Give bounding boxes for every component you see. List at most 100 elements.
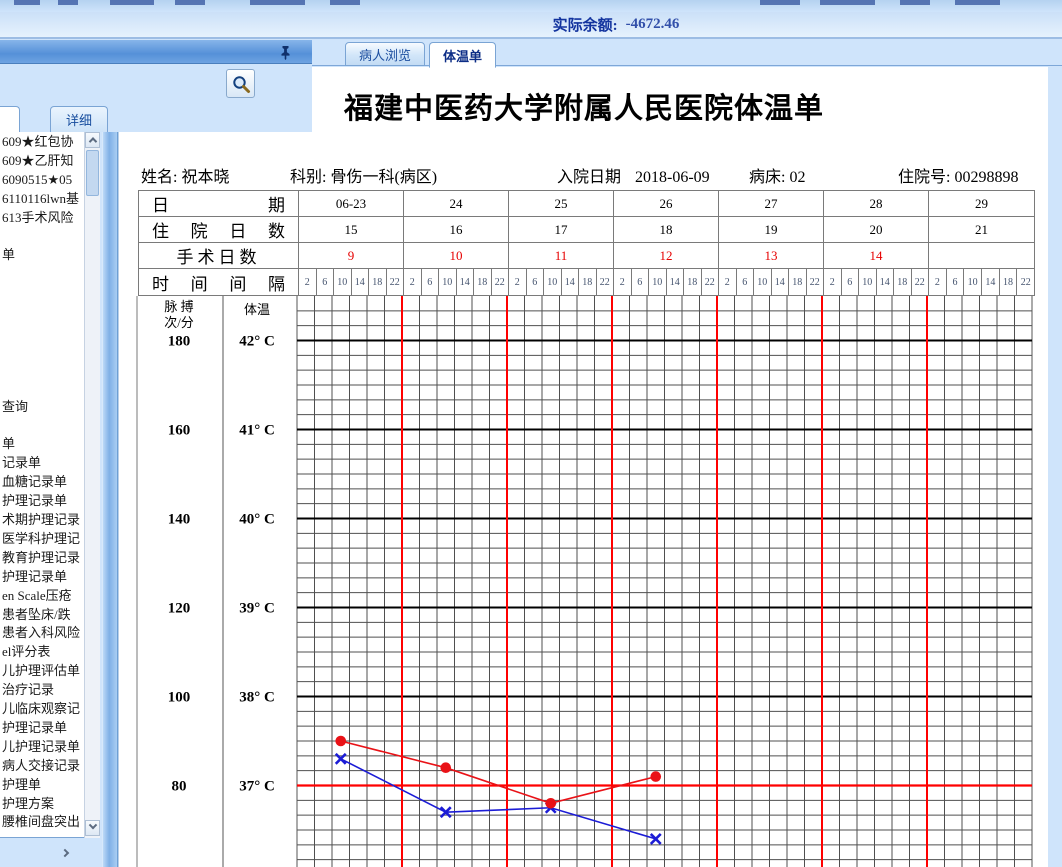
patient-name-value: 祝本晓 xyxy=(181,169,230,186)
tab-temp-sheet-label: 体温单 xyxy=(442,48,482,64)
table-cell: 13 xyxy=(719,243,824,268)
list-item[interactable]: 613手术风险 xyxy=(2,209,74,227)
top-toolbar-cut xyxy=(0,0,1062,12)
time-cell: 6 xyxy=(632,269,649,295)
table-cell: 20 xyxy=(824,217,929,242)
chevron-down-icon xyxy=(88,820,97,830)
list-item[interactable]: 血糖记录单 xyxy=(2,473,67,491)
time-cell: 2 xyxy=(509,269,527,295)
list-item[interactable]: 单 xyxy=(2,246,15,264)
list-item[interactable]: 腰椎间盘突出 xyxy=(2,813,80,831)
hospno-label: 住院号: xyxy=(898,169,951,186)
list-item[interactable]: 教育护理记录 xyxy=(2,549,80,567)
time-cell: 6 xyxy=(737,269,754,295)
list-item[interactable]: 6090515★05 xyxy=(2,171,72,189)
list-item[interactable]: 患者坠床/跌 xyxy=(2,606,71,624)
time-cell: 10 xyxy=(754,269,772,295)
admission-label: 入院日期 xyxy=(557,169,622,186)
list-item[interactable]: 护理方案 xyxy=(2,795,54,813)
list-item[interactable]: 609★乙肝知 xyxy=(2,152,74,170)
chevron-up-icon xyxy=(88,137,97,146)
time-cell: 22 xyxy=(1020,276,1031,288)
sidebar-scrollbar[interactable] xyxy=(84,132,100,838)
table-cell: 26 xyxy=(614,191,719,216)
patient-dept-field: 科别: 骨伤一科(病区) xyxy=(290,163,437,187)
time-cell: 14 xyxy=(982,269,1000,295)
table-cell: 9 xyxy=(299,243,404,268)
list-item[interactable]: 609★红包协 xyxy=(2,133,74,151)
table-cell: 15 xyxy=(299,217,404,242)
table-cell xyxy=(929,243,1034,268)
time-interval-group: 2 6 10 14 18 22 xyxy=(614,269,719,295)
list-item[interactable]: 患者入科风险 xyxy=(2,624,80,642)
list-item[interactable]: 儿临床观察记 xyxy=(2,700,80,718)
sidebar-tab-detail[interactable]: 详细 xyxy=(50,106,108,132)
list-item[interactable]: 治疗记录 xyxy=(2,681,54,699)
list-item[interactable]: 单 xyxy=(2,435,15,453)
time-cell: 14 xyxy=(457,269,474,295)
time-cell: 2 xyxy=(404,269,422,295)
time-cell: 2 xyxy=(614,269,632,295)
time-interval-group: 2 6 10 14 18 22 xyxy=(404,269,509,295)
list-item[interactable]: en Scale压疮 xyxy=(2,587,72,605)
time-interval-group: 2 6 10 14 18 22 xyxy=(719,269,824,295)
time-cell: 18 xyxy=(474,269,492,295)
list-item[interactable]: 护理记录单 xyxy=(2,568,67,586)
patient-bed-field: 病床: 02 xyxy=(749,163,805,187)
table-cell: 14 xyxy=(824,243,929,268)
tab-temp-sheet[interactable]: 体温单 xyxy=(429,42,496,68)
time-interval-group: 2 6 10 14 18 22 xyxy=(824,269,929,295)
magnifier-icon xyxy=(232,75,250,93)
list-item[interactable]: el评分表 xyxy=(2,643,50,661)
sidebar-tab-fragment[interactable] xyxy=(0,106,20,132)
time-cell: 6 xyxy=(842,269,859,295)
list-item[interactable]: 6110116lwn基 xyxy=(2,190,79,208)
table-cell: 17 xyxy=(509,217,614,242)
list-item[interactable]: 护理记录单 xyxy=(2,719,67,737)
time-cell: 6 xyxy=(947,269,965,295)
table-cell: 10 xyxy=(404,243,509,268)
time-cell: 10 xyxy=(439,269,457,295)
scroll-up-button[interactable] xyxy=(85,132,100,148)
time-cell: 14 xyxy=(877,269,894,295)
time-cell: 18 xyxy=(894,269,912,295)
tab-patient-browse[interactable]: 病人浏览 xyxy=(345,42,425,66)
list-item[interactable]: 记录单 xyxy=(2,454,41,472)
time-cell: 18 xyxy=(684,269,702,295)
list-item[interactable]: 医学科护理记 xyxy=(2,530,80,548)
toolbar-fragment xyxy=(330,0,360,5)
scroll-down-button[interactable] xyxy=(85,820,100,836)
toolbar-fragment xyxy=(760,0,800,5)
list-item[interactable]: 儿护理评估单 xyxy=(2,662,80,680)
time-cell: 2 xyxy=(824,269,842,295)
time-interval-group: 2 6 10 14 18 22 xyxy=(509,269,614,295)
table-cell: 19 xyxy=(719,217,824,242)
list-item[interactable]: 查询 xyxy=(2,398,28,416)
list-item[interactable]: 术期护理记录 xyxy=(2,511,80,529)
table-cell: 06-23 xyxy=(299,191,404,216)
list-item[interactable]: 护理单 xyxy=(2,776,41,794)
time-interval-group: 2 6 10 14 18 22 xyxy=(299,269,404,295)
hscroll-right-button[interactable] xyxy=(58,846,72,860)
time-cell: 22 xyxy=(599,276,610,288)
balance-label: 实际余额: xyxy=(552,18,618,34)
scrollbar-thumb[interactable] xyxy=(86,150,99,196)
bed-label: 病床: xyxy=(749,169,786,186)
sidebar-tabs: 详细 xyxy=(0,104,312,132)
time-cell: 18 xyxy=(789,269,807,295)
sidebar-splitter[interactable] xyxy=(102,40,118,867)
pin-icon[interactable] xyxy=(276,43,294,61)
tab-patient-browse-label: 病人浏览 xyxy=(358,47,411,63)
list-item[interactable]: 病人交接记录 xyxy=(2,757,80,775)
time-cell: 22 xyxy=(914,276,925,288)
admission-date: 2018-06-09 xyxy=(635,169,710,186)
list-item[interactable]: 儿护理记录单 xyxy=(2,738,80,756)
search-button[interactable] xyxy=(226,69,255,98)
time-cell: 2 xyxy=(929,269,947,295)
hospno-value: 00298898 xyxy=(954,169,1019,186)
table-cell: 18 xyxy=(614,217,719,242)
bed-value: 02 xyxy=(789,169,806,186)
toolbar-fragment xyxy=(900,0,930,5)
patient-dept-value: 骨伤一科(病区) xyxy=(330,169,438,186)
list-item[interactable]: 护理记录单 xyxy=(2,492,67,510)
